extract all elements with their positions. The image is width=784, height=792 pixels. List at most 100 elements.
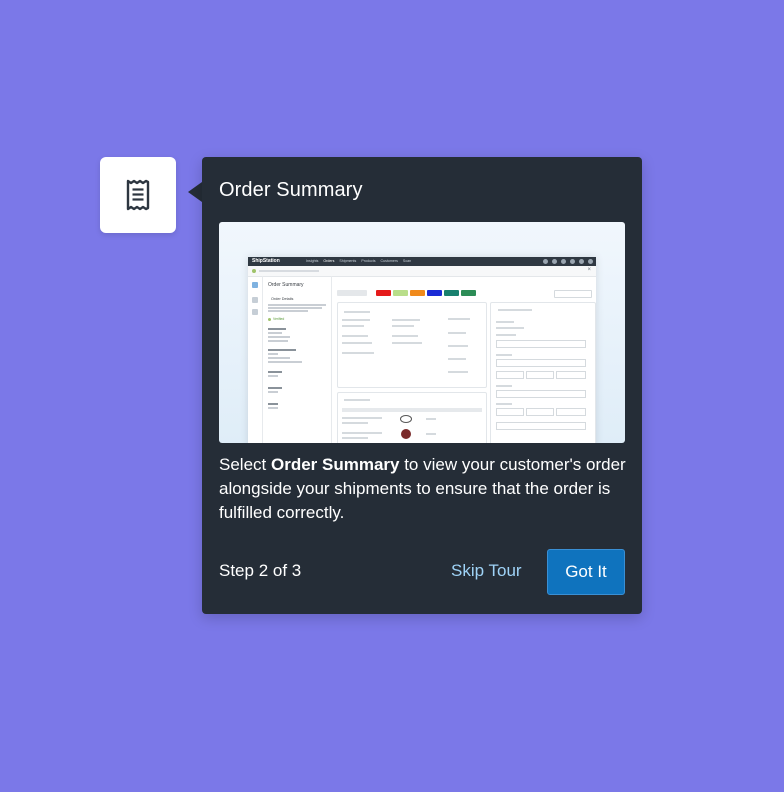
preview-line <box>342 352 374 354</box>
preview-section-title: Order Details <box>271 297 294 301</box>
preview-line <box>268 375 278 377</box>
preview-line <box>344 311 370 313</box>
preview-line <box>268 307 322 309</box>
preview-nav-item: Products <box>361 259 376 263</box>
preview-input <box>496 408 524 416</box>
preview-line <box>426 433 436 435</box>
got-it-button[interactable]: Got It <box>547 549 625 595</box>
preview-line <box>268 361 302 363</box>
preview-input <box>526 371 554 379</box>
preview-line <box>496 321 514 323</box>
preview-line <box>496 385 512 387</box>
preview-pill <box>444 290 459 296</box>
preview-line <box>268 310 308 312</box>
preview-input <box>526 408 554 416</box>
preview-line <box>342 325 364 327</box>
preview-line <box>268 328 286 330</box>
tour-tooltip: Order Summary ShipStation Insights Order… <box>202 157 642 614</box>
preview-pill <box>337 290 367 296</box>
preview-line <box>342 432 382 434</box>
preview-top-icons <box>543 259 593 264</box>
preview-pill <box>393 290 408 296</box>
preview-line <box>342 335 368 337</box>
preview-pill <box>376 290 391 296</box>
preview-input <box>496 422 586 430</box>
preview-nav-item: Scan <box>402 259 412 263</box>
preview-icon <box>561 259 566 264</box>
preview-icon <box>579 259 584 264</box>
preview-close-icon: × <box>587 267 591 273</box>
body-text-bold: Order Summary <box>270 455 400 474</box>
preview-nav-item: Customers <box>380 259 398 263</box>
preview-line <box>268 371 282 373</box>
preview-line <box>342 422 368 424</box>
preview-line <box>342 342 372 344</box>
tour-stage: Order Summary ShipStation Insights Order… <box>0 0 784 792</box>
preview-line <box>268 353 278 355</box>
preview-line <box>448 345 468 347</box>
preview-sidebar-icon <box>252 297 258 303</box>
preview-line <box>448 371 468 373</box>
preview-sidebar-icon <box>252 282 258 288</box>
skip-tour-link[interactable]: Skip Tour <box>451 561 522 581</box>
preview-line <box>392 335 418 337</box>
receipt-icon <box>126 179 150 211</box>
preview-icon <box>570 259 575 264</box>
preview-line <box>268 304 326 306</box>
preview-line <box>448 358 466 360</box>
preview-line <box>392 319 420 321</box>
tooltip-pointer <box>188 182 202 202</box>
preview-product-image <box>401 429 411 439</box>
preview-line <box>268 387 282 389</box>
preview-line <box>448 332 466 334</box>
preview-brand: ShipStation <box>252 258 280 264</box>
preview-pill <box>410 290 425 296</box>
preview-nav-item: Orders <box>323 259 335 263</box>
preview-icon <box>552 259 557 264</box>
preview-pill <box>427 290 442 296</box>
preview-line <box>268 403 278 405</box>
preview-subbar-text <box>259 270 319 272</box>
preview-icon <box>543 259 548 264</box>
preview-nav: Insights Orders Shipments Products Custo… <box>306 259 411 263</box>
preview-line <box>496 403 512 405</box>
preview-product-image <box>400 415 412 423</box>
preview-line <box>268 407 278 409</box>
preview-verified-dot <box>268 318 271 321</box>
preview-pill <box>554 290 592 298</box>
preview-line <box>342 417 382 419</box>
preview-line <box>268 357 290 359</box>
preview-line <box>344 399 370 401</box>
preview-input <box>496 390 586 398</box>
preview-main-area <box>332 276 596 443</box>
preview-line <box>268 391 278 393</box>
order-summary-anchor[interactable] <box>100 157 176 233</box>
step-indicator: Step 2 of 3 <box>219 561 302 580</box>
preview-panel-title: Order Summary <box>268 282 304 288</box>
preview-app-window: ShipStation Insights Orders Shipments Pr… <box>248 257 596 443</box>
preview-line <box>268 340 288 342</box>
preview-pill <box>461 290 476 296</box>
preview-status-dot <box>252 269 256 273</box>
preview-nav-item: Shipments <box>339 259 357 263</box>
preview-line <box>498 309 532 311</box>
preview-sidebar <box>248 276 263 443</box>
preview-topbar: ShipStation Insights Orders Shipments Pr… <box>248 257 596 266</box>
preview-line <box>342 319 370 321</box>
preview-line <box>268 332 282 334</box>
preview-line <box>426 418 436 420</box>
preview-nav-item: Insights <box>306 259 319 263</box>
preview-line <box>268 349 296 351</box>
preview-order-panel: Order Summary Order Details Verified <box>263 276 332 443</box>
tooltip-title: Order Summary <box>219 179 363 201</box>
preview-input <box>556 371 586 379</box>
preview-line <box>342 437 368 439</box>
preview-icon <box>588 259 593 264</box>
preview-line <box>392 342 422 344</box>
preview-line <box>448 318 470 320</box>
preview-image: ShipStation Insights Orders Shipments Pr… <box>219 222 625 443</box>
preview-line <box>496 354 512 356</box>
preview-input <box>496 340 586 348</box>
preview-input <box>496 359 586 367</box>
preview-line <box>392 325 414 327</box>
